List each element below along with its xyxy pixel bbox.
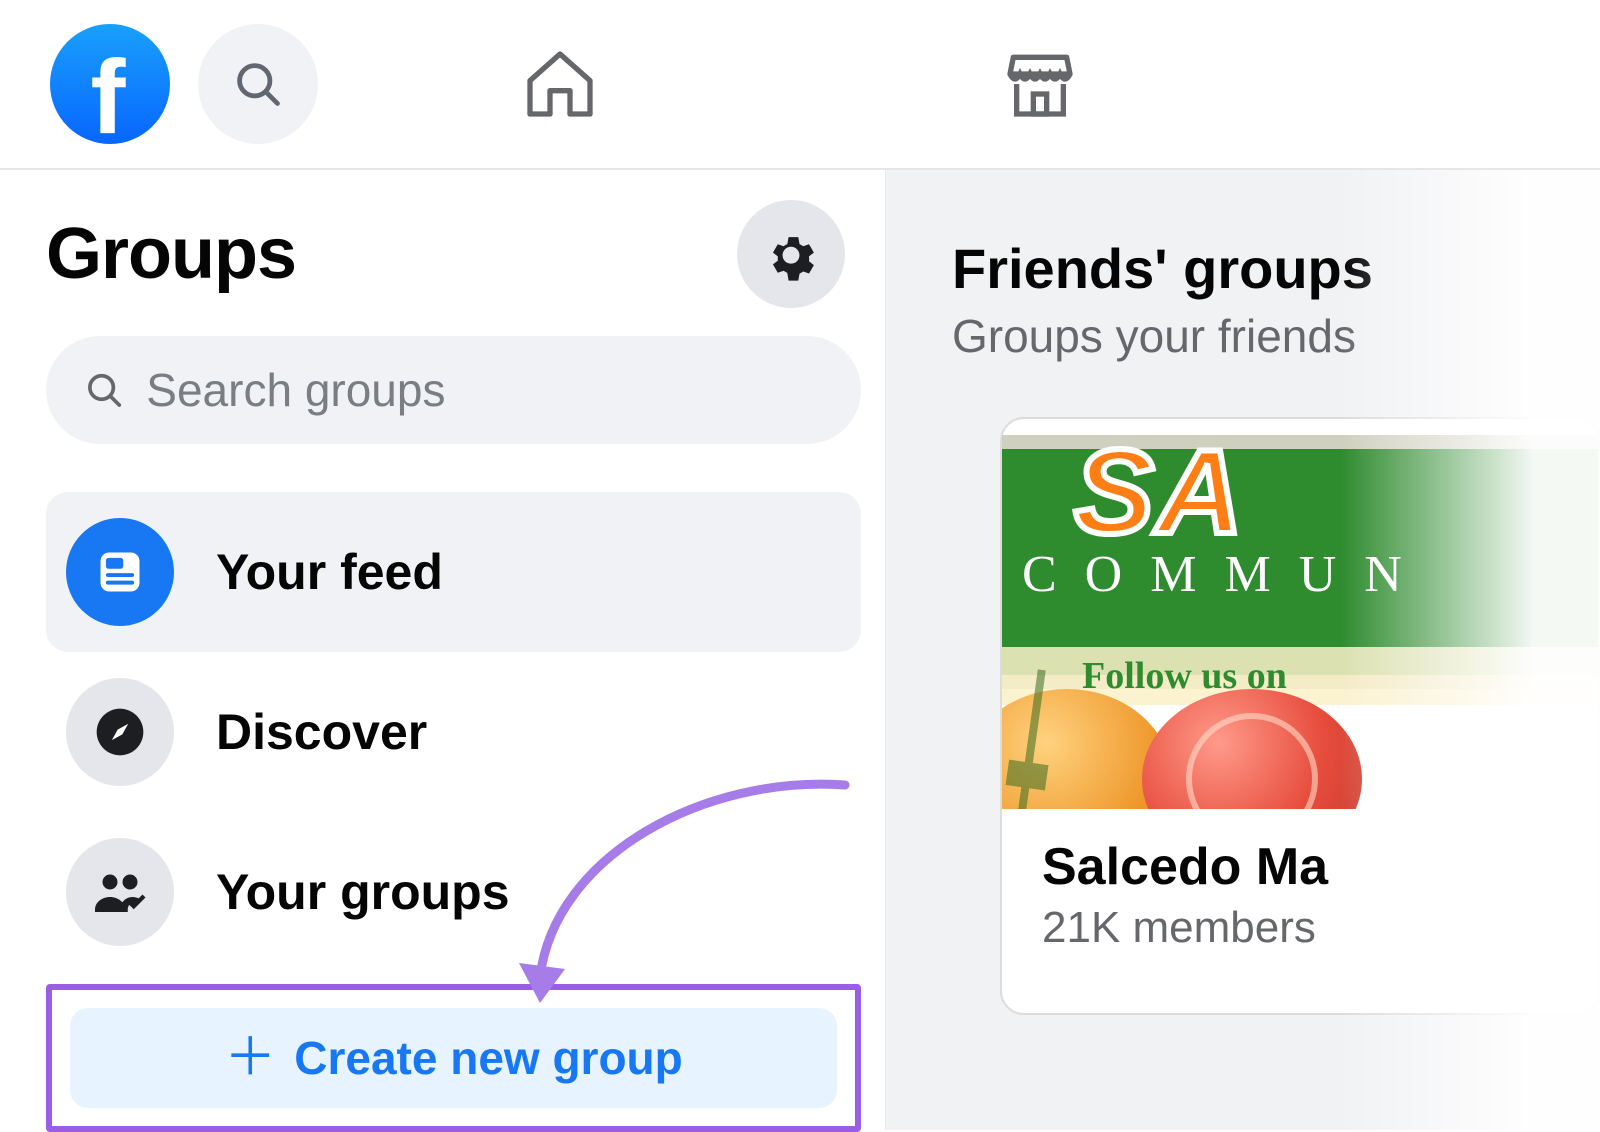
group-card-title: Salcedo Ma	[1042, 837, 1558, 897]
banner-text-1: SA	[1074, 423, 1245, 561]
global-search-button[interactable]	[198, 24, 318, 144]
search-groups-field[interactable]	[46, 336, 861, 444]
sidebar-item-your-groups[interactable]: Your groups	[46, 812, 861, 972]
nav-home[interactable]	[450, 9, 670, 159]
sidebar-item-your-feed[interactable]: Your feed	[46, 492, 861, 652]
facebook-logo[interactable]: f	[50, 24, 170, 144]
plus-icon: ＋	[224, 1032, 276, 1084]
sidebar-item-label: Your feed	[216, 543, 443, 601]
section-subheading: Groups your friends	[952, 309, 1600, 363]
group-card-cover: SA COMMUN Follow us on	[1002, 419, 1598, 809]
marketplace-icon	[1000, 44, 1080, 124]
main-content: Friends' groups Groups your friends SA C…	[886, 170, 1600, 1130]
sidebar: Groups Yo	[0, 170, 886, 1130]
search-icon	[232, 58, 284, 110]
search-icon	[84, 368, 124, 412]
group-card-members: 21K members	[1042, 903, 1558, 953]
create-new-group-button[interactable]: ＋ Create new group	[70, 1008, 837, 1108]
nav-marketplace[interactable]	[930, 9, 1150, 159]
sidebar-item-discover[interactable]: Discover	[46, 652, 861, 812]
sidebar-title: Groups	[46, 213, 296, 295]
search-groups-input[interactable]	[146, 363, 823, 417]
feed-icon	[66, 518, 174, 626]
gear-icon	[762, 225, 820, 283]
settings-button[interactable]	[737, 200, 845, 308]
home-icon	[520, 44, 600, 124]
top-bar: f	[0, 0, 1600, 170]
section-heading: Friends' groups	[952, 236, 1600, 301]
groups-icon	[66, 838, 174, 946]
sidebar-item-label: Discover	[216, 703, 427, 761]
create-new-group-label: Create new group	[294, 1031, 683, 1085]
sidebar-item-label: Your groups	[216, 863, 510, 921]
banner-text-2: COMMUN	[1022, 545, 1430, 604]
annotation-highlight-box: ＋ Create new group	[46, 984, 861, 1132]
compass-icon	[66, 678, 174, 786]
group-card[interactable]: SA COMMUN Follow us on Salcedo Ma 21K me…	[1000, 417, 1600, 1015]
facebook-f-glyph: f	[91, 38, 126, 158]
